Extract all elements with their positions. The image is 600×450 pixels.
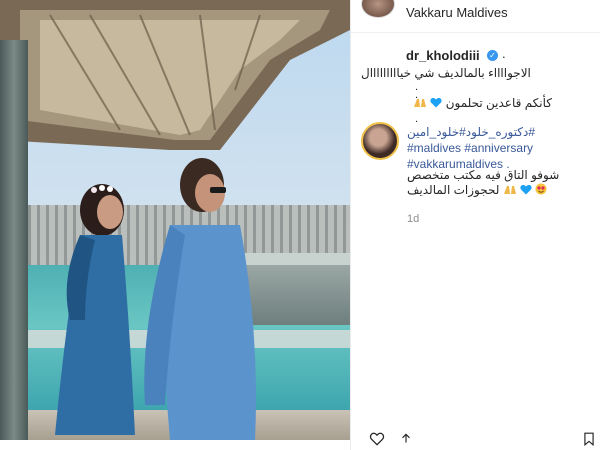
caption-line-2-row: كأنكم قاعدين تحلمون	[413, 96, 552, 110]
commenter-avatar[interactable]	[361, 122, 399, 160]
caption-line-2: كأنكم قاعدين تحلمون	[445, 96, 553, 110]
comment-text-block: شوفو التاق فيه مكتب متخصص لحجوزات المالد…	[407, 168, 592, 198]
hands-emoji-icon	[503, 186, 516, 194]
heart-eyes-emoji-icon	[535, 183, 547, 195]
verified-badge-icon: ✓	[487, 50, 498, 61]
heart-icon	[430, 97, 442, 108]
hashtags-block: #دكتوره_خلود#خلود_امين #maldives #annive…	[407, 124, 592, 172]
hashtag-maldives-anniversary[interactable]: #maldives #anniversary	[407, 140, 592, 156]
post-photo[interactable]	[0, 0, 350, 440]
share-icon[interactable]	[399, 432, 413, 446]
comment-line-1: شوفو التاق فيه مكتب متخصص	[407, 168, 560, 182]
comment-line-2: لحجوزات المالديف	[407, 183, 500, 197]
man-figure	[144, 158, 256, 440]
thatched-roof	[0, 0, 350, 150]
hands-emoji-icon	[414, 99, 426, 107]
comment-timestamp[interactable]: 1d	[407, 213, 419, 225]
heart-icon	[520, 184, 532, 195]
bookmark-icon[interactable]	[583, 432, 595, 446]
comment-line-2-row: لحجوزات المالديف	[407, 183, 592, 198]
author-avatar[interactable]	[361, 0, 395, 18]
hashtag-arabic[interactable]: #دكتوره_خلود#خلود_امين	[407, 124, 592, 140]
like-heart-icon[interactable]	[369, 432, 385, 446]
wooden-pillar	[0, 40, 28, 440]
post-details-panel: Vakkaru Maldives dr_kholodiii ✓ . الاجوا…	[350, 0, 600, 450]
author-username[interactable]: dr_kholodiii	[406, 48, 480, 63]
post-header: Vakkaru Maldives	[351, 0, 600, 33]
location-link[interactable]: Vakkaru Maldives	[406, 5, 508, 20]
caption-line-1: الاجوااااء بالمالديف شي خيااااااااال	[361, 66, 531, 80]
username-suffix: .	[502, 46, 506, 61]
